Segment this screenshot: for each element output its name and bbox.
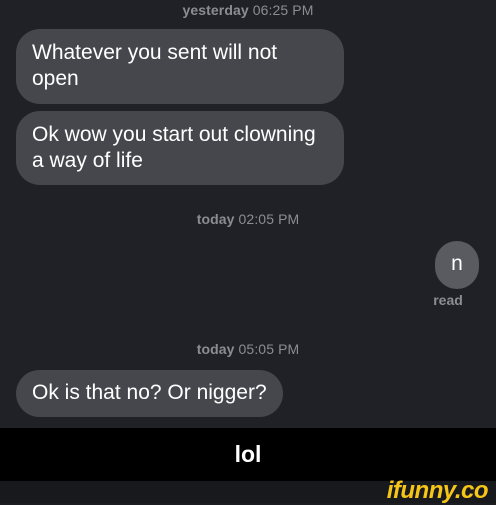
timestamp-yesterday: yesterday 06:25 PM (0, 2, 496, 18)
timestamp-day: today (196, 211, 235, 227)
timestamp-time: 05:05 PM (238, 341, 300, 357)
timestamp-day: today (196, 341, 235, 357)
conversation-view: yesterday 06:25 PM Whatever you sent wil… (0, 0, 496, 428)
caption-text: lol (234, 441, 262, 467)
read-receipt: read (433, 292, 463, 308)
timestamp-today-2: today 05:05 PM (0, 341, 496, 357)
message-text: n (451, 252, 463, 275)
timestamp-today-1: today 02:05 PM (0, 211, 496, 227)
timestamp-time: 02:05 PM (238, 211, 300, 227)
timestamp-time: 06:25 PM (252, 2, 314, 18)
outgoing-message-bubble[interactable]: n (435, 241, 479, 289)
incoming-message-bubble[interactable]: Ok is that no? Or nigger? (16, 370, 283, 417)
message-text: Ok wow you start out clowning a way of l… (32, 123, 316, 172)
ifunny-watermark-logo: ifunny.co (386, 477, 489, 504)
timestamp-day: yesterday (182, 2, 249, 18)
incoming-message-bubble[interactable]: Whatever you sent will not open (16, 29, 344, 104)
message-text: Whatever you sent will not open (32, 41, 278, 90)
incoming-message-bubble[interactable]: Ok wow you start out clowning a way of l… (16, 111, 344, 185)
message-text: Ok is that no? Or nigger? (32, 381, 267, 404)
